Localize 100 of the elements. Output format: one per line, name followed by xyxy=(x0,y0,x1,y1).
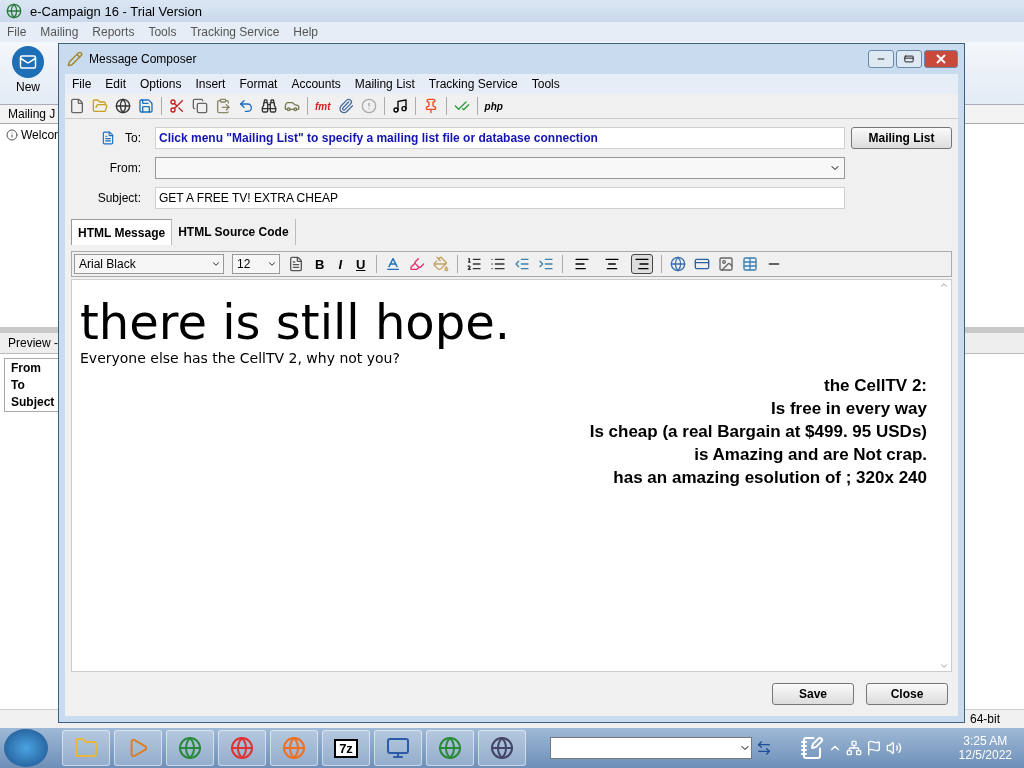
menu-item[interactable]: Mailing List xyxy=(349,77,420,91)
editor-tab[interactable]: HTML Message xyxy=(71,219,173,245)
new-file-icon[interactable] xyxy=(69,98,85,114)
taskbar-button[interactable]: 7z xyxy=(322,730,370,766)
minimize-button[interactable] xyxy=(868,50,894,68)
paperclip-icon[interactable] xyxy=(337,98,354,114)
globe-icon[interactable] xyxy=(115,98,131,114)
app-logo-icon xyxy=(6,3,22,19)
preview-field-label: Subject xyxy=(11,395,56,409)
browser-icon xyxy=(230,736,254,760)
bold-button[interactable]: B xyxy=(312,256,328,272)
outdent-icon[interactable] xyxy=(514,256,531,272)
menu-item[interactable]: Tools xyxy=(143,25,182,39)
maximize-button[interactable] xyxy=(896,50,922,68)
highlighter-icon[interactable] xyxy=(409,256,426,272)
caret-icon xyxy=(211,259,221,269)
taskbar-button[interactable] xyxy=(218,730,266,766)
banner-icon[interactable] xyxy=(694,256,711,272)
editor-tab[interactable]: HTML Source Code xyxy=(172,219,296,245)
pane-tab[interactable]: Mailing J xyxy=(8,107,56,121)
music-note-icon[interactable] xyxy=(391,98,408,114)
undo-icon[interactable] xyxy=(238,98,254,114)
menu-item[interactable]: Tools xyxy=(526,77,565,91)
folder-icon xyxy=(74,736,98,760)
browser-icon xyxy=(282,736,306,760)
menu-item[interactable]: Options xyxy=(135,77,187,91)
close-dialog-button[interactable]: Close xyxy=(866,683,948,705)
menu-item[interactable]: Format xyxy=(234,77,283,91)
volume-icon[interactable] xyxy=(886,740,902,756)
message-line: has an amazing esolution of ; 320x 240 xyxy=(613,467,927,489)
message-line: Is free in every way xyxy=(771,398,927,420)
menu-item[interactable]: Tracking Service xyxy=(423,77,523,91)
save-button[interactable]: Save xyxy=(772,683,854,705)
bullet-list-icon[interactable] xyxy=(490,256,507,272)
message-heading: there is still hope. xyxy=(80,294,511,350)
font-color-icon[interactable] xyxy=(385,256,402,272)
globe-icon xyxy=(438,736,462,760)
copy-icon[interactable] xyxy=(192,98,208,114)
php-button[interactable]: php xyxy=(484,100,503,112)
message-line: the CellTV 2: xyxy=(824,375,927,397)
binoculars-icon[interactable] xyxy=(261,98,277,114)
preview-field-label: To xyxy=(11,378,26,392)
info-icon xyxy=(6,129,18,141)
taskbar-button[interactable] xyxy=(478,730,526,766)
numbered-list-icon[interactable] xyxy=(466,256,483,272)
menu-item[interactable]: Help xyxy=(288,25,323,39)
status-text: 64-bit xyxy=(969,712,1000,726)
close-icon xyxy=(936,54,946,64)
message-text: Everyone else has the CellTV 2, why not you? xyxy=(80,350,401,366)
globe-icon xyxy=(178,736,202,760)
cut-icon[interactable] xyxy=(169,98,185,114)
menu-item[interactable]: Tracking Service xyxy=(185,25,285,39)
message-line: is Amazing and are Not crap. xyxy=(694,444,927,466)
mail-icon xyxy=(19,53,37,71)
menu-item[interactable]: Reports xyxy=(87,25,140,39)
menu-item[interactable]: Mailing xyxy=(35,25,84,39)
menu-item[interactable]: File xyxy=(2,25,32,39)
paragraph-icon[interactable] xyxy=(288,256,304,272)
message-line: Is cheap (a real Bargain at $499. 95 USDs) xyxy=(589,421,927,443)
mailing-list-button[interactable]: Mailing List xyxy=(851,127,952,149)
network-icon[interactable] xyxy=(846,740,862,756)
from-dropdown[interactable] xyxy=(155,157,845,179)
taskbar-button[interactable] xyxy=(374,730,422,766)
start-button[interactable] xyxy=(4,729,48,767)
to-field[interactable]: Click menu "Mailing List" to specify a mailing list file or database connection xyxy=(155,127,845,149)
image-icon[interactable] xyxy=(718,256,735,272)
clock-date: 12/5/2022 xyxy=(958,748,1012,762)
arrows-icon[interactable] xyxy=(756,740,772,756)
close-button[interactable] xyxy=(924,50,958,68)
underline-button[interactable]: U xyxy=(353,256,369,272)
address-combo[interactable] xyxy=(550,737,752,759)
menu-item[interactable]: Accounts xyxy=(286,77,346,91)
restore-icon xyxy=(904,54,914,64)
monitor-icon xyxy=(386,736,410,760)
subject-field[interactable]: GET A FREE TV! EXTRA CHEAP xyxy=(155,187,845,209)
indent-icon[interactable] xyxy=(538,256,555,272)
paste-icon[interactable] xyxy=(215,98,231,114)
caret-icon xyxy=(267,259,277,269)
new-button[interactable]: New xyxy=(8,44,48,102)
taskbar-button[interactable] xyxy=(166,730,214,766)
size-dropdown[interactable]: 12 xyxy=(232,254,280,274)
window-title: e-Campaign 16 - Trial Version xyxy=(30,3,202,19)
italic-button[interactable]: I xyxy=(335,256,345,272)
clock-time: 3:25 AM xyxy=(963,734,1008,748)
menu-item[interactable]: Edit xyxy=(100,77,132,91)
menu-item[interactable]: File xyxy=(67,77,97,91)
composer-title: Message Composer xyxy=(89,52,197,66)
pen-icon[interactable] xyxy=(800,736,824,760)
fmt-button[interactable]: fmt xyxy=(315,100,331,112)
menu-item[interactable]: Insert xyxy=(190,77,231,91)
notepad-icon xyxy=(67,51,83,67)
preview-field-label: From xyxy=(11,361,42,375)
taskbar-button[interactable] xyxy=(426,730,474,766)
globe-icon xyxy=(490,736,514,760)
table-icon[interactable] xyxy=(742,256,759,272)
flag-icon[interactable] xyxy=(866,740,882,756)
from-label: From: xyxy=(109,161,141,175)
address-book-icon xyxy=(101,131,115,145)
font-dropdown[interactable]: Arial Black xyxy=(74,254,224,274)
save-icon[interactable] xyxy=(138,98,154,114)
